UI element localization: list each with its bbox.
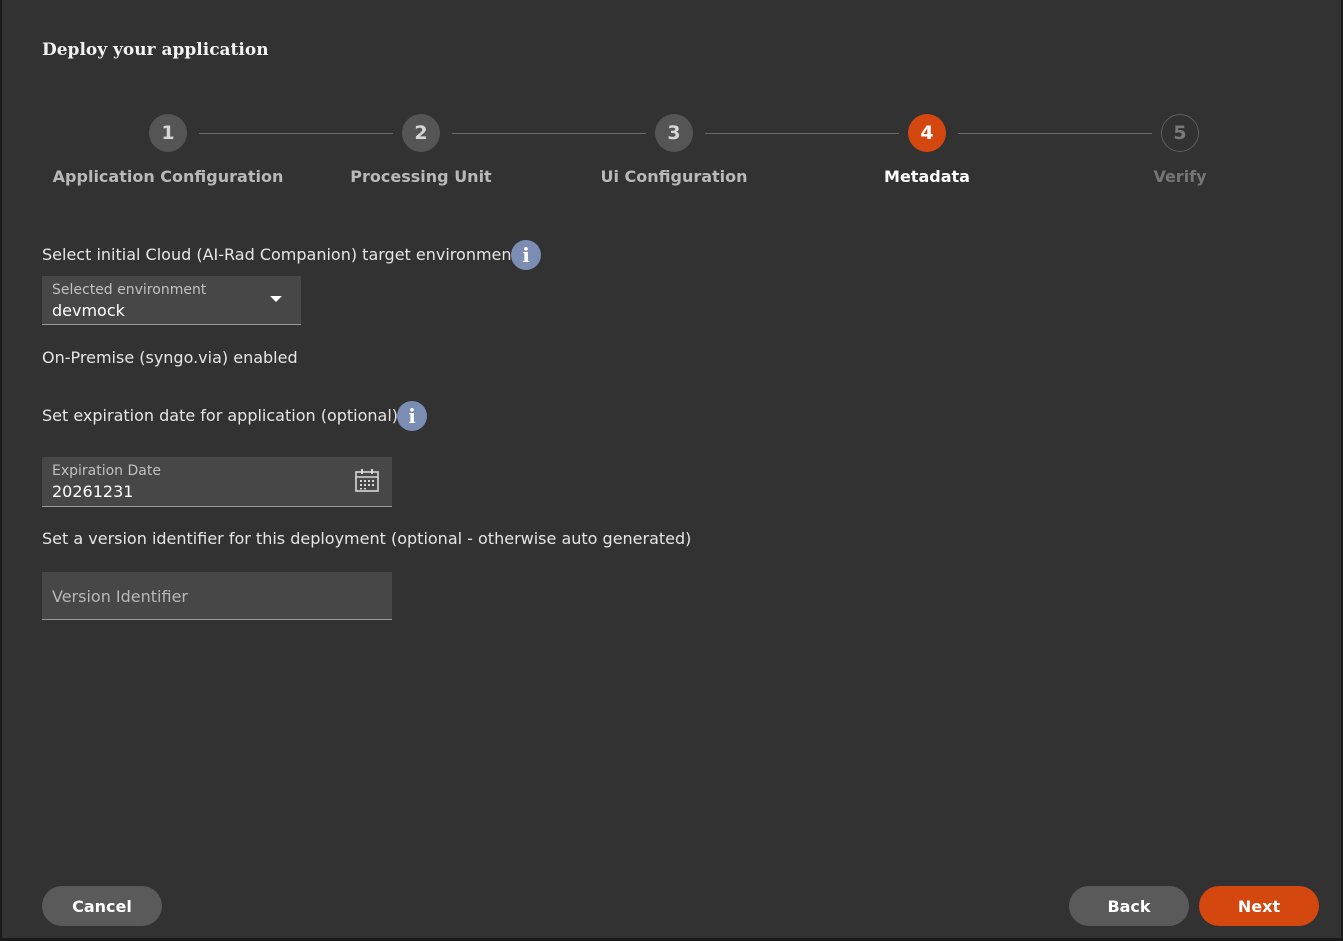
expiration-date-field[interactable]: Expiration Date 20261231 — [42, 457, 392, 507]
back-button[interactable]: Back — [1069, 886, 1189, 926]
step-connector — [705, 133, 899, 134]
step-2-label[interactable]: Processing Unit — [301, 167, 541, 186]
step-4-label: Metadata — [884, 167, 970, 186]
cancel-button[interactable]: Cancel — [42, 886, 162, 926]
step-4-circle: 4 — [908, 114, 946, 152]
step-connector — [199, 133, 393, 134]
calendar-icon[interactable] — [354, 467, 380, 493]
version-identifier-input[interactable]: Version Identifier — [42, 572, 392, 620]
expiration-info-icon[interactable]: i — [397, 401, 427, 431]
step-1-circle[interactable]: 1 — [149, 114, 187, 152]
version-identifier-placeholder: Version Identifier — [52, 587, 188, 606]
dialog-title: Deploy your application — [42, 40, 269, 60]
step-connector — [452, 133, 646, 134]
stepper: 1 Application Configuration 2 Processing… — [2, 114, 1341, 194]
chevron-down-icon[interactable] — [270, 296, 282, 302]
environment-select-label: Selected environment — [52, 282, 207, 298]
version-prompt: Set a version identifier for this deploy… — [42, 529, 692, 548]
step-connector — [958, 133, 1152, 134]
step-5-circle: 5 — [1161, 114, 1199, 152]
deploy-dialog: Deploy your application 1 Application Co… — [2, 0, 1341, 938]
environment-info-icon[interactable]: i — [511, 240, 541, 270]
step-3-label[interactable]: Ui Configuration — [554, 167, 794, 186]
step-1-label[interactable]: Application Configuration — [48, 167, 288, 186]
expiration-date-label: Expiration Date — [52, 463, 161, 479]
step-5-label: Verify — [1153, 167, 1207, 186]
step-3-circle[interactable]: 3 — [655, 114, 693, 152]
expiration-date-value[interactable]: 20261231 — [52, 482, 133, 501]
on-premise-status: On-Premise (syngo.via) enabled — [42, 348, 298, 367]
expiration-prompt: Set expiration date for application (opt… — [42, 406, 399, 425]
environment-select[interactable]: Selected environment devmock — [42, 276, 301, 325]
next-button[interactable]: Next — [1199, 886, 1319, 926]
environment-prompt: Select initial Cloud (AI-Rad Companion) … — [42, 245, 518, 264]
environment-select-value: devmock — [52, 301, 125, 320]
step-2-circle[interactable]: 2 — [402, 114, 440, 152]
